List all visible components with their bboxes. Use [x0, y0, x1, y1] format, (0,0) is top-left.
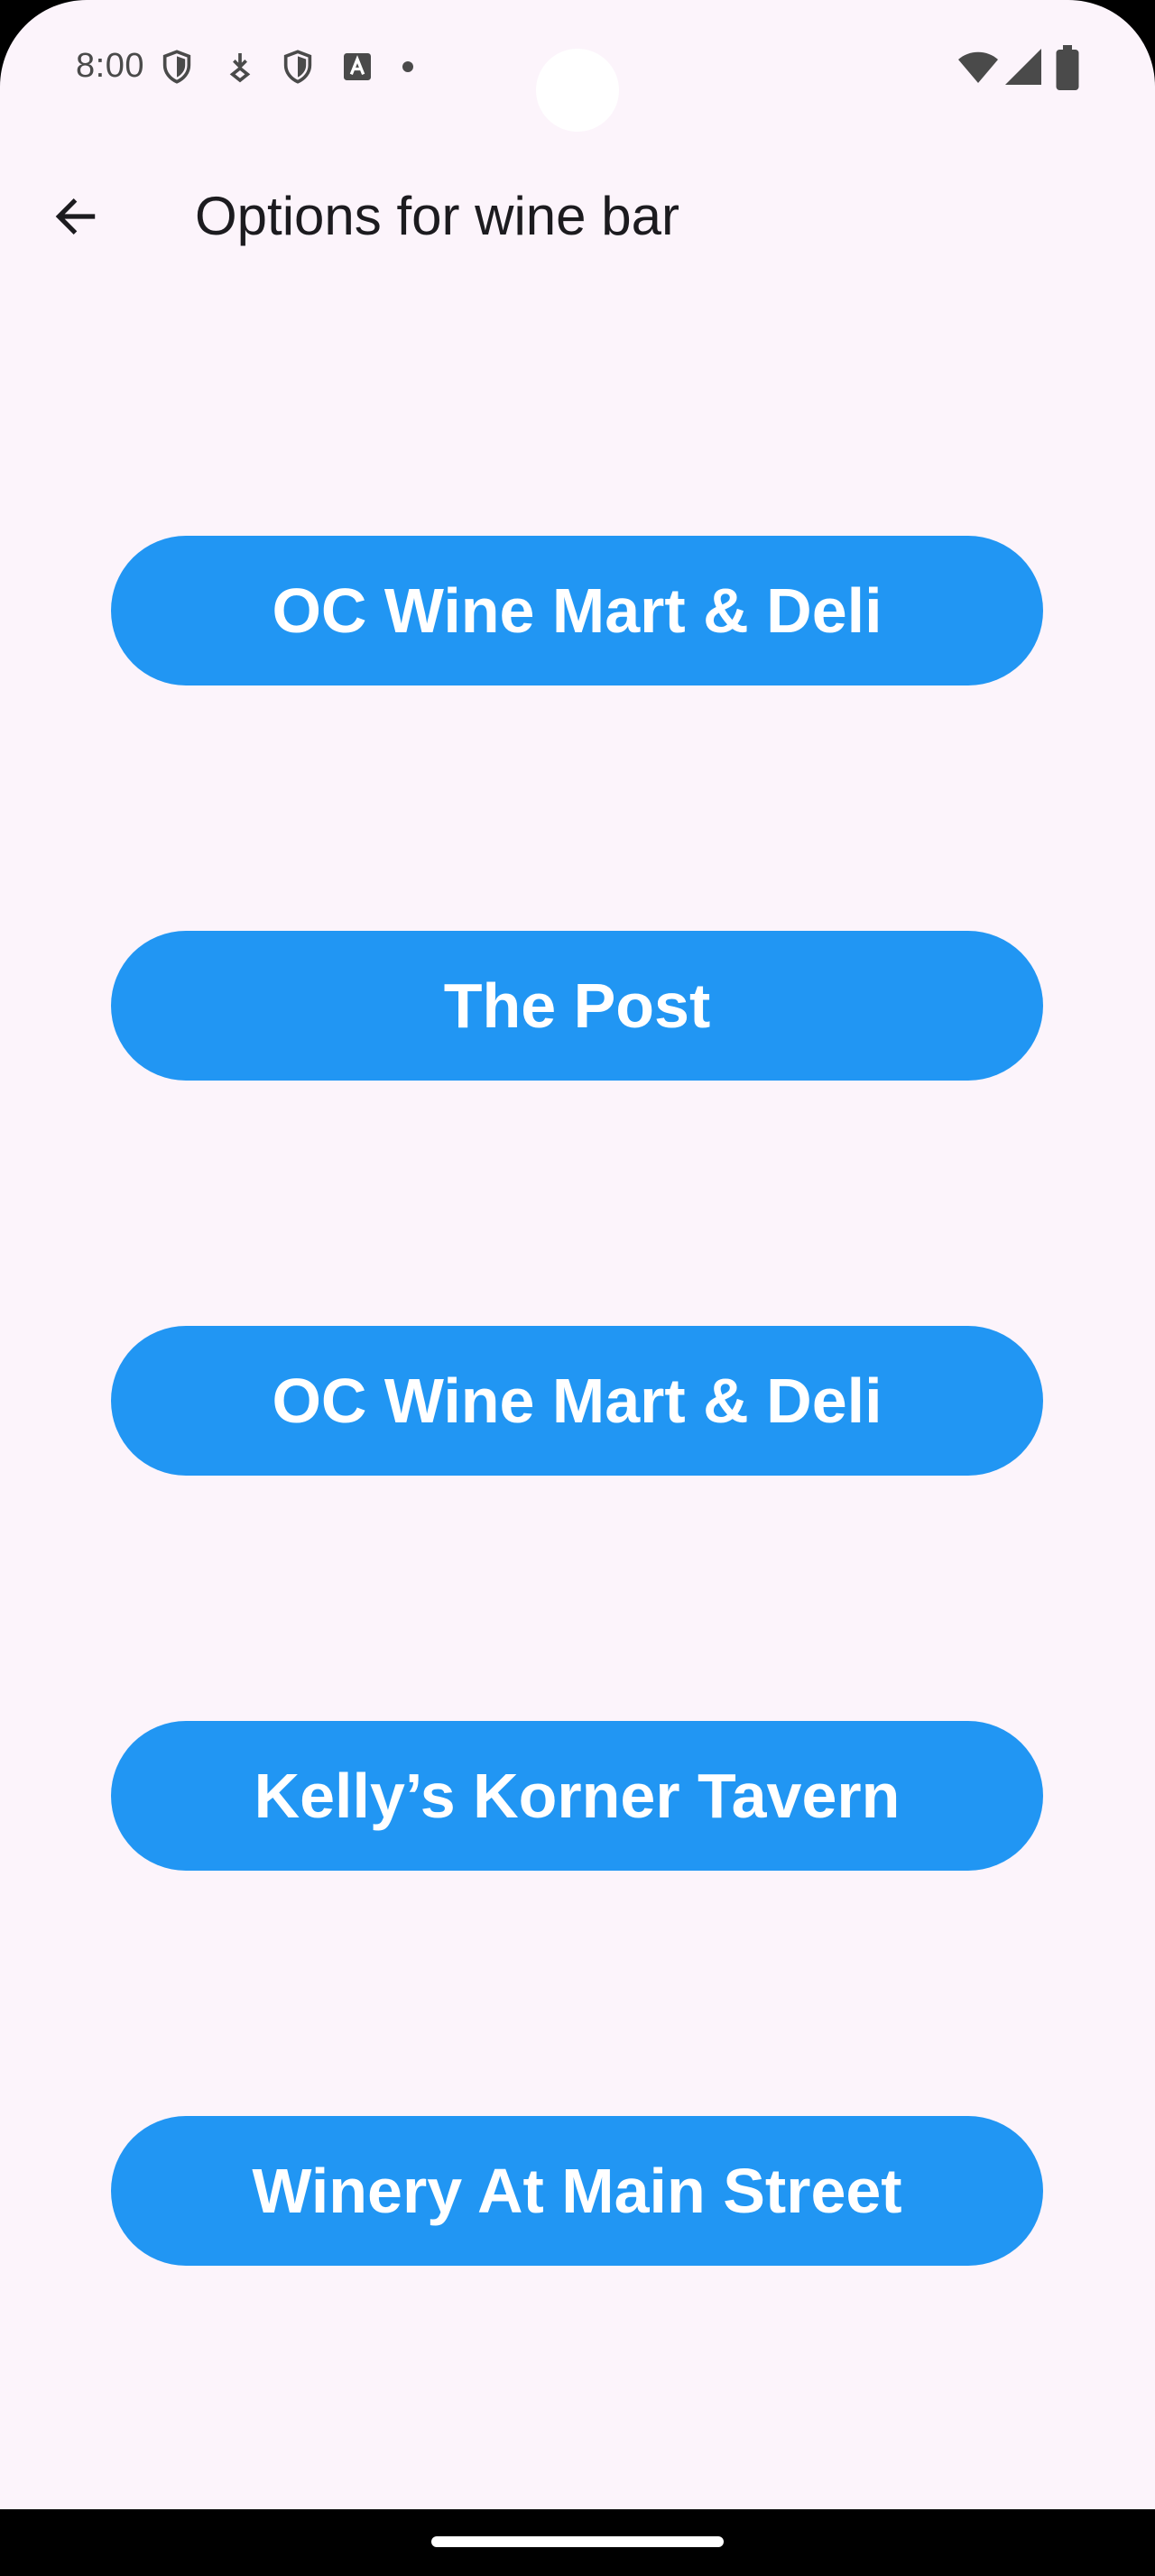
top-app-bar: Options for wine bar: [0, 162, 1155, 271]
home-indicator[interactable]: [431, 2536, 724, 2547]
option-button-winery-at-main-street[interactable]: Winery At Main Street: [111, 2116, 1043, 2266]
wifi-icon: [956, 45, 1000, 88]
dot-icon: [401, 60, 415, 74]
arrow-back-icon: [51, 191, 101, 246]
download-icon: [222, 49, 258, 85]
option-button-kellys-korner-tavern[interactable]: Kelly’s Korner Tavern: [111, 1721, 1043, 1871]
status-bar: 8:00: [0, 0, 1155, 135]
app-screen: 8:00 Options for wine bar OC Wine Mart &…: [0, 0, 1155, 2576]
option-button-the-post[interactable]: The Post: [111, 931, 1043, 1081]
text-a-icon: [339, 49, 375, 85]
page-title: Options for wine bar: [195, 186, 679, 246]
camera-cutout: [536, 49, 619, 132]
status-time: 8:00: [76, 47, 144, 85]
back-button[interactable]: [36, 179, 116, 258]
shield-icon: [159, 49, 195, 85]
option-button-oc-wine-mart-deli-2[interactable]: OC Wine Mart & Deli: [111, 1326, 1043, 1476]
shield-icon: [280, 49, 316, 85]
cellular-signal-icon: [1003, 45, 1043, 88]
battery-icon: [1054, 45, 1081, 90]
option-button-oc-wine-mart-deli[interactable]: OC Wine Mart & Deli: [111, 536, 1043, 685]
